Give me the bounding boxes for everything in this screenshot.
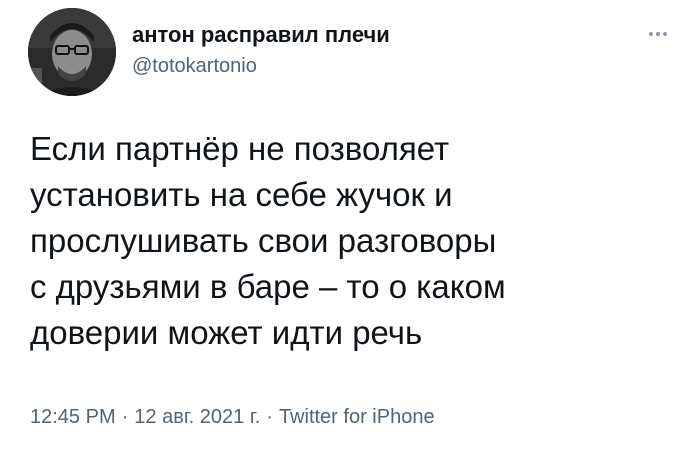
meta-separator: · bbox=[266, 406, 273, 428]
more-horizontal-icon-dot bbox=[663, 32, 667, 36]
more-horizontal-icon-dot bbox=[656, 32, 660, 36]
tweet-source[interactable]: Twitter for iPhone bbox=[279, 406, 435, 428]
tweet-text: Если партнёр не позволяет установить на … bbox=[30, 126, 680, 356]
avatar-photo bbox=[28, 8, 116, 96]
tweet-text-line: прослушивать свои разговоры bbox=[30, 222, 497, 259]
tweet-time[interactable]: 12:45 PM bbox=[30, 406, 116, 428]
tweet-text-line: Если партнёр не позволяет bbox=[30, 130, 450, 167]
meta-separator: · bbox=[121, 406, 129, 428]
author-info: антон расправил плечи @totokartonio bbox=[132, 22, 390, 78]
tweet-card: антон расправил плечи @totokartonio Если… bbox=[0, 0, 700, 456]
tweet-text-line: с друзьями в баре – то о каком bbox=[30, 268, 506, 305]
tweet-text-line: установить на себе жучок и bbox=[30, 176, 453, 213]
author-display-name[interactable]: антон расправил плечи bbox=[132, 22, 390, 48]
tweet-meta: 12:45 PM · 12 авг. 2021 г. · Twitter for iPh… bbox=[30, 404, 435, 430]
more-options-button[interactable] bbox=[638, 22, 678, 46]
tweet-header: антон расправил плечи @totokartonio bbox=[28, 8, 678, 98]
avatar[interactable] bbox=[28, 8, 116, 96]
tweet-text-line: доверии может идти речь bbox=[30, 314, 423, 351]
tweet-date[interactable]: 12 авг. 2021 г. bbox=[134, 406, 260, 428]
more-horizontal-icon bbox=[649, 32, 653, 36]
author-handle[interactable]: @totokartonio bbox=[132, 54, 390, 78]
